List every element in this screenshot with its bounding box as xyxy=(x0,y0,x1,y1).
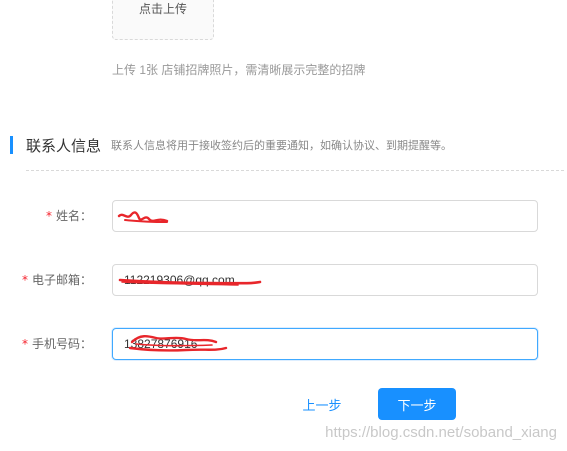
email-label-text: 电子邮箱： xyxy=(31,273,92,287)
section-description: 联系人信息将用于接收签约后的重要通知，如确认协议、到期提醒等。 xyxy=(111,140,453,152)
required-mark: * xyxy=(45,209,52,223)
name-row: * 姓名： xyxy=(0,200,567,232)
watermark: https://blog.csdn.net/soband_xiang xyxy=(325,424,557,441)
section-accent-bar xyxy=(10,136,13,154)
next-step-button[interactable]: 下一步 xyxy=(378,388,456,420)
section-divider xyxy=(26,170,564,171)
phone-label-text: 手机号码： xyxy=(31,337,92,351)
phone-label: * 手机号码： xyxy=(22,328,92,360)
upload-button[interactable]: 点击上传 xyxy=(112,0,214,40)
upload-hint: 上传 1张 店铺招牌照片，需清晰展示完整的招牌 xyxy=(112,63,366,77)
contact-section-header: 联系人信息 联系人信息将用于接收签约后的重要通知，如确认协议、到期提醒等。 xyxy=(10,135,452,155)
prev-step-button[interactable]: 上一步 xyxy=(288,388,356,420)
name-label: * 姓名： xyxy=(46,200,92,232)
phone-row: * 手机号码： xyxy=(0,328,567,360)
required-mark: * xyxy=(21,273,28,287)
section-title: 联系人信息 xyxy=(26,137,102,155)
email-row: * 电子邮箱： xyxy=(0,264,567,296)
name-input[interactable] xyxy=(112,200,538,232)
name-label-text: 姓名： xyxy=(55,209,92,223)
upload-button-label: 点击上传 xyxy=(138,2,187,16)
email-label: * 电子邮箱： xyxy=(22,264,92,296)
phone-input[interactable] xyxy=(112,328,538,360)
required-mark: * xyxy=(21,337,28,351)
email-input[interactable] xyxy=(112,264,538,296)
